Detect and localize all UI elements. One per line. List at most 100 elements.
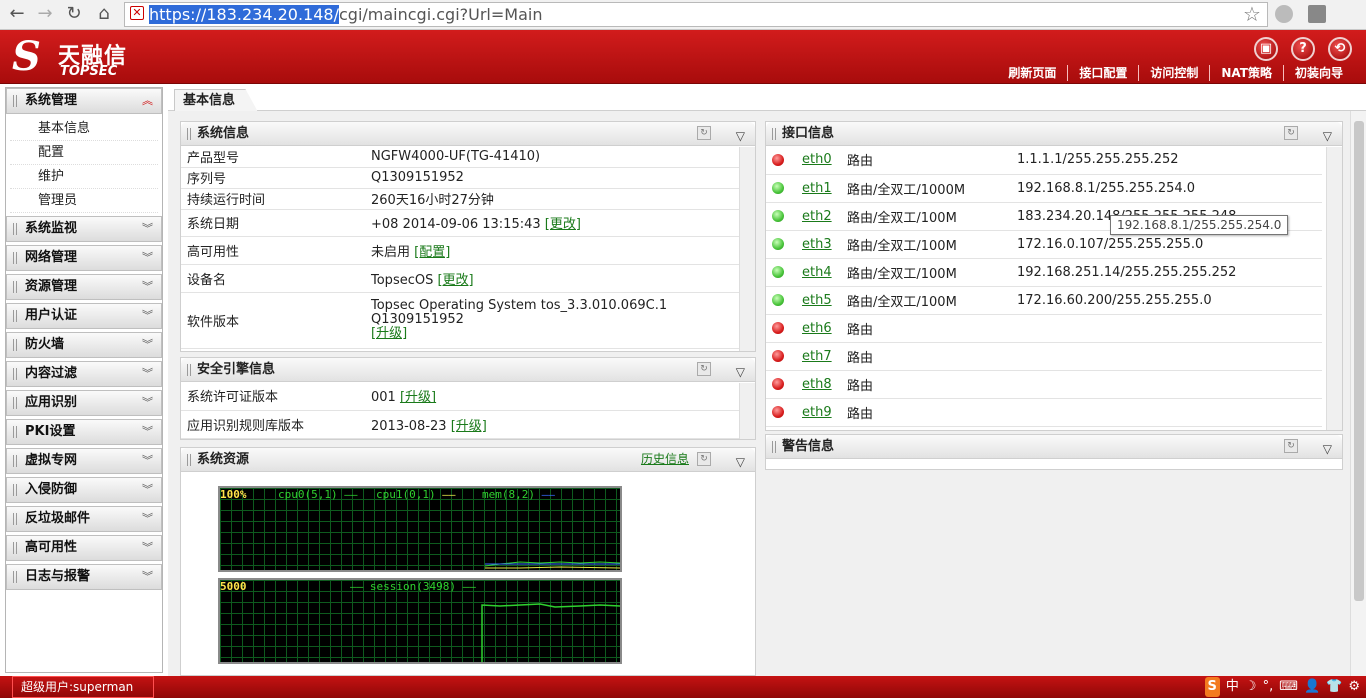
logout-icon[interactable]: ⟲ [1328, 37, 1352, 61]
sidebar-group-app-id[interactable]: 应用识别 ︾ [6, 390, 162, 416]
sidebar-group-label: 防火墙 [25, 337, 65, 352]
interface-address: 1.1.1.1/255.255.255.252 [1011, 146, 1322, 175]
panel-scrollbar[interactable] [739, 383, 755, 439]
refresh-icon[interactable]: ↻ [697, 126, 711, 140]
panel-scrollbar[interactable] [1326, 147, 1342, 430]
refresh-icon[interactable]: ↻ [1284, 126, 1298, 140]
interface-link-eth5[interactable]: eth5 [802, 293, 832, 308]
insecure-lock-icon[interactable]: ✕ [130, 6, 144, 20]
sidebar-group-label: PKI设置 [25, 424, 76, 439]
software-serial-value: Q1309151952 [371, 312, 464, 327]
interface-mode: 路由 [841, 342, 1011, 371]
tab-bar: 基本信息 [168, 87, 1366, 112]
sidebar: 系统管理 ︽ 基本信息 配置 维护 管理员 系统监视 ︾ 网络管理 ︾ 资源管理 ︾ 用… [5, 87, 163, 673]
interface-config-link[interactable]: 接口配置 [1067, 65, 1138, 81]
user-icon[interactable]: 👤 [1304, 677, 1320, 697]
panel-scrollbar[interactable] [739, 147, 755, 351]
upgrade-app-rules-link[interactable]: [升级] [451, 419, 487, 434]
alerts-panel: 警告信息 ↻ ▽ [765, 434, 1343, 470]
panel-header: 系统信息 ↻ ▽ [181, 122, 755, 146]
interface-link-eth9[interactable]: eth9 [802, 405, 832, 420]
sidebar-item-maintenance[interactable]: 维护 [10, 165, 158, 189]
sidebar-group-vpn[interactable]: 虚拟专网 ︾ [6, 448, 162, 474]
session-graph: 5000 —— session(3498) —— [218, 578, 622, 664]
interface-link-eth4[interactable]: eth4 [802, 265, 832, 280]
sidebar-group-network[interactable]: 网络管理 ︾ [6, 245, 162, 271]
history-link[interactable]: 历史信息 [641, 448, 689, 471]
forward-icon[interactable]: → [34, 3, 56, 25]
upgrade-license-link[interactable]: [升级] [400, 390, 436, 405]
sidebar-group-firewall[interactable]: 防火墙 ︾ [6, 332, 162, 358]
interface-link-eth6[interactable]: eth6 [802, 321, 832, 336]
info-value: 001 [升级] [365, 382, 739, 411]
sidebar-group-ha[interactable]: 高可用性 ︾ [6, 535, 162, 561]
url-host: 183.234.20.148/ [206, 5, 339, 24]
bookmark-star-icon[interactable]: ☆ [1243, 2, 1261, 26]
tab-basic-info[interactable]: 基本信息 [174, 89, 259, 112]
collapse-icon[interactable]: ▽ [736, 361, 745, 384]
address-tooltip: 192.168.8.1/255.255.254.0 [1110, 215, 1289, 235]
device-name-value: TopsecOS [371, 272, 434, 288]
collapse-icon[interactable]: ▽ [736, 451, 745, 474]
ime-chinese-icon[interactable]: 中 [1226, 677, 1239, 697]
chevron-down-icon: ︾ [142, 512, 153, 525]
sogou-ime-icon[interactable]: S [1204, 677, 1220, 697]
sidebar-item-config[interactable]: 配置 [10, 141, 158, 165]
status-bar: 超级用户:superman S 中 ☽ °, ⌨ 👤 👕 ⚙ [0, 676, 1366, 698]
extension-globe-icon[interactable] [1275, 5, 1293, 23]
refresh-icon[interactable]: ↻ [1284, 439, 1298, 453]
sidebar-group-label: 资源管理 [25, 279, 78, 294]
access-control-link[interactable]: 访问控制 [1138, 65, 1209, 81]
refresh-icon[interactable]: ↻ [697, 362, 711, 376]
interface-link-eth7[interactable]: eth7 [802, 349, 832, 364]
sidebar-group-pki[interactable]: PKI设置 ︾ [6, 419, 162, 445]
upgrade-software-link[interactable]: [升级] [371, 327, 733, 341]
moon-icon[interactable]: ☽ [1245, 677, 1257, 697]
setup-wizard-link[interactable]: 初装向导 [1282, 65, 1354, 81]
interface-address [1011, 370, 1322, 399]
session-series-line [481, 603, 620, 662]
reload-icon[interactable]: ↻ [63, 3, 85, 25]
change-date-link[interactable]: [更改] [545, 217, 581, 232]
collapse-icon[interactable]: ▽ [1323, 438, 1332, 461]
interface-link-eth1[interactable]: eth1 [802, 181, 832, 196]
sidebar-group-content-filter[interactable]: 内容过滤 ︾ [6, 361, 162, 387]
sidebar-group-resource[interactable]: 资源管理 ︾ [6, 274, 162, 300]
sidebar-group-logs[interactable]: 日志与报警 ︾ [6, 564, 162, 590]
skin-icon[interactable]: 👕 [1326, 677, 1342, 697]
system-resources-panel: 系统资源 历史信息 ↻ ▽ 100% cpu0(5,1) —— cpu1(0,1) —… [180, 447, 756, 676]
collapse-icon[interactable]: ▽ [736, 125, 745, 148]
sidebar-item-basic-info[interactable]: 基本信息 [10, 117, 158, 141]
interface-link-eth2[interactable]: eth2 [802, 209, 832, 224]
interface-info-panel: 接口信息 ↻ ▽ eth0 路由 1.1.1.1/255.255.255.252 eth… [765, 121, 1343, 431]
sidebar-group-monitor[interactable]: 系统监视 ︾ [6, 216, 162, 242]
refresh-page-link[interactable]: 刷新页面 [997, 65, 1067, 81]
back-icon[interactable]: ← [6, 3, 28, 25]
help-icon[interactable]: ? [1291, 37, 1315, 61]
status-down-icon [772, 378, 784, 390]
sidebar-item-admin[interactable]: 管理员 [10, 189, 158, 213]
nat-policy-link[interactable]: NAT策略 [1209, 65, 1283, 81]
menu-icon[interactable] [1308, 5, 1326, 23]
address-bar[interactable]: https://183.234.20.148/cgi/maincgi.cgi?U… [124, 2, 1268, 27]
interface-mode: 路由/全双工/1000M [841, 174, 1011, 203]
configure-ha-link[interactable]: [配置] [414, 245, 450, 260]
panel-header: 接口信息 ↻ ▽ [766, 122, 1342, 146]
page-scrollbar[interactable] [1350, 111, 1366, 676]
sidebar-group-antispam[interactable]: 反垃圾邮件 ︾ [6, 506, 162, 532]
change-device-name-link[interactable]: [更改] [437, 273, 473, 288]
interface-link-eth3[interactable]: eth3 [802, 237, 832, 252]
punctuation-icon[interactable]: °, [1263, 677, 1274, 697]
interface-link-eth0[interactable]: eth0 [802, 152, 832, 167]
interface-link-eth8[interactable]: eth8 [802, 377, 832, 392]
keyboard-icon[interactable]: ⌨ [1279, 677, 1298, 697]
home-icon[interactable]: ⌂ [93, 3, 115, 25]
sidebar-group-user-auth[interactable]: 用户认证 ︾ [6, 303, 162, 329]
scrollbar-thumb[interactable] [1354, 121, 1364, 601]
settings-icon[interactable]: ⚙ [1348, 677, 1360, 697]
sidebar-group-ips[interactable]: 入侵防御 ︾ [6, 477, 162, 503]
sidebar-group-system-management[interactable]: 系统管理 ︽ [6, 88, 162, 114]
refresh-icon[interactable]: ↻ [697, 452, 711, 466]
collapse-icon[interactable]: ▽ [1323, 125, 1332, 148]
save-icon[interactable]: ▣ [1254, 37, 1278, 61]
